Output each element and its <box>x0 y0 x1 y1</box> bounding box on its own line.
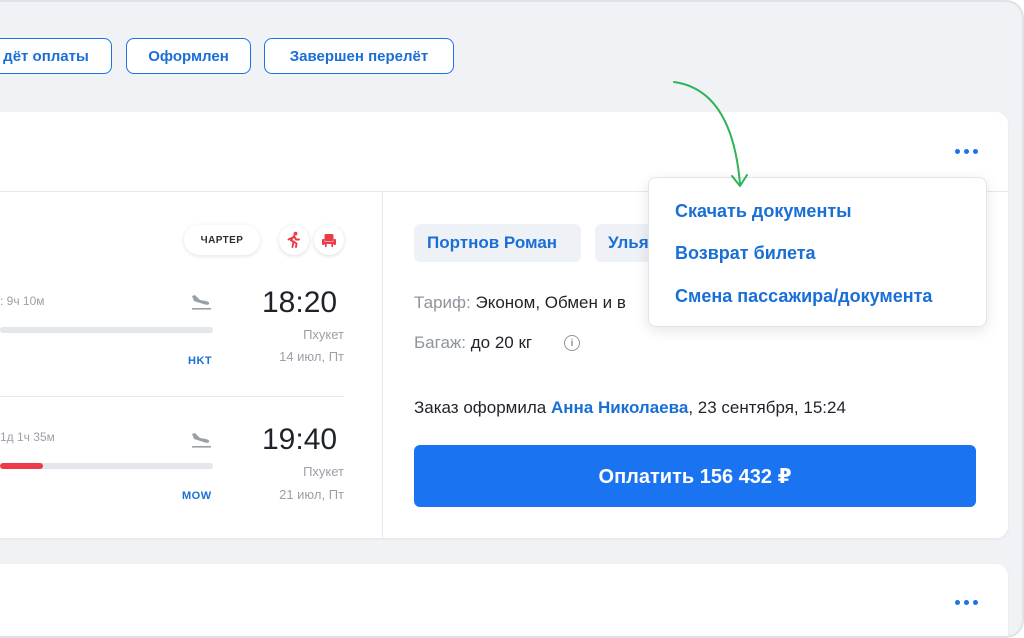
column-divider <box>382 192 383 538</box>
order-prefix: Заказ оформила <box>414 398 551 417</box>
seat-icon <box>314 225 344 255</box>
segment-progress-track <box>0 327 213 333</box>
order-author-link[interactable]: Анна Николаева <box>551 398 688 417</box>
menu-item-download-documents[interactable]: Скачать документы <box>675 201 852 222</box>
order-card <box>0 564 1008 636</box>
info-icon[interactable]: i <box>564 335 580 351</box>
plane-landing-icon <box>192 295 211 310</box>
tariff-value: Эконом, Обмен и в <box>475 293 626 312</box>
charter-badge: ЧАРТЕР <box>184 225 260 255</box>
baggage-value: до 20 кг <box>470 333 533 352</box>
arrival-date: 14 июл, Пт <box>279 349 344 364</box>
filter-flight-completed[interactable]: Завершен перелёт <box>264 38 454 74</box>
more-options-icon[interactable] <box>955 149 978 154</box>
pay-button[interactable]: Оплатить 156 432 ₽ <box>414 445 976 507</box>
arrival-city: Пхукет <box>303 464 344 479</box>
tariff-label: Тариф: <box>414 293 471 312</box>
baggage-row: Багаж: до 20 кг <box>414 333 532 353</box>
segment-duration: : 9ч 10м <box>0 294 45 308</box>
segment-duration: 1д 1ч 35м <box>0 430 55 444</box>
segment-divider <box>0 396 344 397</box>
arrival-airport-code: MOW <box>182 490 212 502</box>
plane-landing-icon <box>192 433 211 448</box>
arrival-time: 18:20 <box>262 286 338 319</box>
order-suffix: , 23 сентября, 15:24 <box>688 398 846 417</box>
options-menu: Скачать документы Возврат билета Смена п… <box>648 177 987 327</box>
arrival-date: 21 июл, Пт <box>279 487 344 502</box>
order-info: Заказ оформила Анна Николаева, 23 сентяб… <box>414 398 846 418</box>
tariff-row: Тариф: Эконом, Обмен и в <box>414 293 626 313</box>
menu-item-change-passenger[interactable]: Смена пассажира/документа <box>675 286 932 307</box>
annotation-arrow-icon <box>673 81 748 187</box>
running-person-icon <box>279 225 309 255</box>
filter-awaiting-payment[interactable]: дёт оплаты <box>0 38 112 74</box>
arrival-time: 19:40 <box>262 423 338 456</box>
arrival-airport-code: HKT <box>188 355 213 367</box>
baggage-label: Багаж: <box>414 333 466 352</box>
more-options-icon[interactable] <box>955 600 978 605</box>
app-frame: дёт оплаты Оформлен Завершен перелёт ЧАР… <box>0 0 1024 638</box>
filter-issued[interactable]: Оформлен <box>126 38 251 74</box>
menu-item-refund-ticket[interactable]: Возврат билета <box>675 243 816 264</box>
passenger-chip[interactable]: Портнов Роман <box>414 224 581 262</box>
segment-progress-track <box>0 463 213 469</box>
arrival-city: Пхукет <box>303 327 344 342</box>
